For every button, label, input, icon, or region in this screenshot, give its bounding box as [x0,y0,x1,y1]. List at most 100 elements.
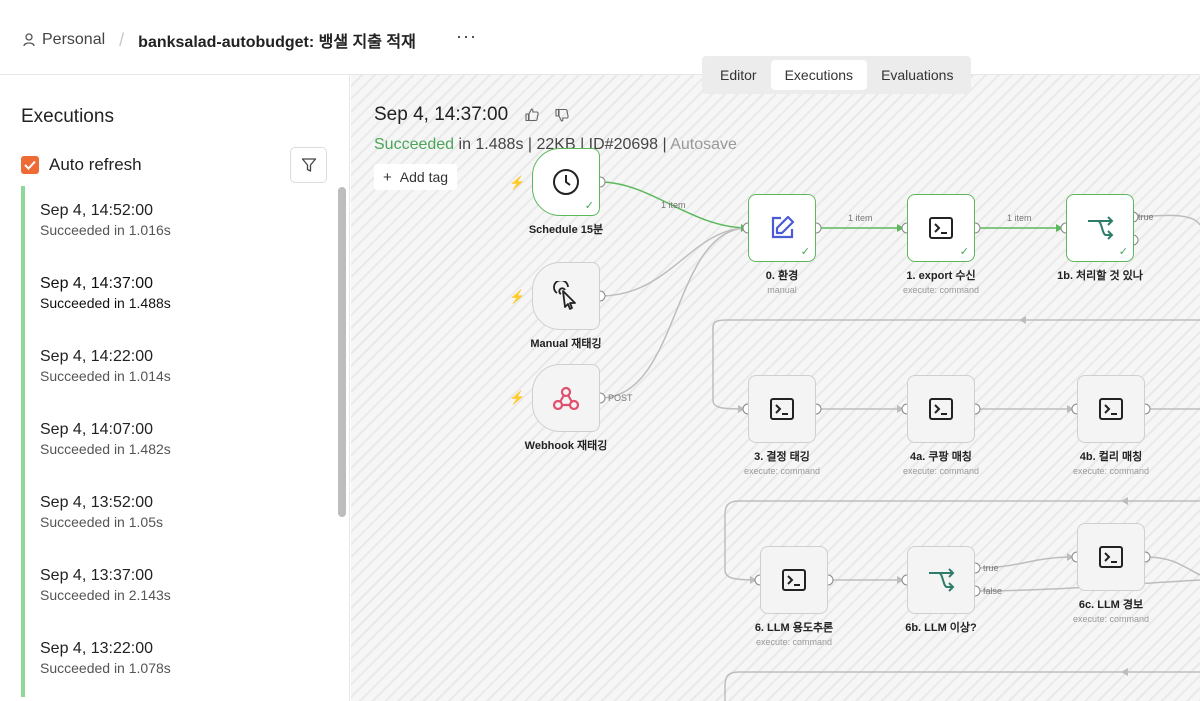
execution-time: Sep 4, 13:37:00 [40,567,153,584]
execution-time: Sep 4, 14:52:00 [40,202,153,219]
execution-item[interactable]: Sep 4, 13:52:00 Succeeded in 1.05s [21,478,334,551]
node-label: Schedule 15분 [528,224,604,236]
cursor-click-icon [553,281,576,310]
node-label: 3. 결정 태깅 [754,451,810,463]
execution-item[interactable]: Sep 4, 14:52:00 Succeeded in 1.016s [21,186,334,259]
node-subtitle: execute: command [1072,614,1150,624]
edge-label-true: true [1138,212,1154,222]
executions-sidebar: Executions Auto refresh Sep 4, 14:52:00 S… [0,75,350,701]
node-subtitle: execute: command [1072,466,1150,476]
edge-label-false: false [983,586,1003,596]
connection-alert-out [1145,556,1200,576]
execution-header: Sep 4, 14:37:00 [374,104,570,126]
terminal-icon [1099,546,1123,568]
tab-editor[interactable]: Editor [706,60,771,90]
success-check-icon: ✓ [959,246,969,258]
node-tag[interactable] [748,375,816,443]
node-label: Manual 재태깅 [530,338,602,350]
sidebar-scrollbar[interactable] [338,187,346,517]
thumbs-up-icon[interactable] [524,107,540,123]
execution-time: Sep 4, 13:22:00 [40,640,153,657]
filter-button[interactable] [290,147,327,183]
workflow-name[interactable]: banksalad-autobudget: 뱅샐 지출 적재 [138,28,416,52]
breadcrumb-separator: / [119,29,125,50]
edge-label-true: true [983,563,999,573]
add-tag-label: Add tag [399,169,449,185]
edit-icon [771,215,795,239]
execution-list: Sep 4, 14:52:00 Succeeded in 1.016s Sep 4… [21,186,334,701]
tab-executions[interactable]: Executions [770,60,868,90]
success-check-icon: ✓ [1118,246,1128,258]
auto-refresh-label: Auto refresh [49,155,142,174]
owner-link[interactable]: Personal [42,31,105,49]
tab-evaluations[interactable]: Evaluations [867,60,967,90]
node-subtitle: execute: command [902,466,980,476]
node-export[interactable]: ✓ [907,194,975,262]
node-label: 4a. 쿠팡 매칭 [910,451,972,463]
node-subtitle: execute: command [755,637,833,647]
view-tabs: Editor Executions Evaluations [702,56,972,94]
execution-title: Sep 4, 14:37:00 [374,104,509,125]
node-label: 1. export 수신 [906,270,976,282]
node-coupang[interactable] [907,375,975,443]
execution-status: Succeeded in 1.078s [40,660,171,676]
edge-label: 1 item [1007,213,1032,223]
node-llm-alert[interactable] [1077,523,1145,591]
execution-time: Sep 4, 14:22:00 [40,348,153,365]
node-manual[interactable] [532,262,600,330]
auto-refresh-toggle[interactable]: Auto refresh [21,155,142,175]
node-subtitle: execute: command [902,285,980,295]
execution-status: Succeeded in 1.488s [40,295,171,311]
top-bar: Personal / banksalad-autobudget: 뱅샐 지출 적… [0,0,1200,75]
terminal-icon [929,398,953,420]
execution-status-word: Succeeded [374,136,455,153]
node-label: 6. LLM 용도추론 [754,622,834,634]
auto-refresh-checkbox[interactable] [21,156,39,174]
autosave-label: Autosave [670,136,737,153]
execution-item[interactable]: Sep 4, 13:37:00 Succeeded in 2.143s [21,551,334,624]
trigger-bolt-icon: ⚡ [509,175,526,190]
node-label: 6b. LLM 이상? [905,622,977,634]
node-label: 4b. 컬리 매칭 [1079,451,1143,463]
node-llm-use[interactable] [760,546,828,614]
branch-icon [1088,216,1114,240]
success-check-icon: ✓ [800,246,810,258]
execution-time: Sep 4, 13:52:00 [40,494,153,511]
workflow-canvas[interactable]: Sep 4, 14:37:00 Succeeded in 1.488s | 22… [351,75,1200,701]
person-icon [22,32,36,48]
execution-item[interactable]: Sep 4, 14:22:00 Succeeded in 1.014s [21,332,334,405]
execution-status: Succeeded in 2.143s [40,587,171,603]
node-subtitle: manual [767,285,797,295]
filter-icon [301,158,316,172]
execution-item-selected[interactable]: Sep 4, 14:37:00 Succeeded in 1.488s [21,259,334,332]
node-label: 0. 환경 [765,270,799,282]
add-tag-button[interactable]: + Add tag [374,164,458,190]
execution-status: Succeeded in 1.05s [40,514,163,530]
node-check[interactable]: ✓ [1066,194,1134,262]
trigger-bolt-icon: ⚡ [509,390,526,405]
clock-icon [553,169,579,195]
execution-status: Succeeded in 1.482s [40,441,171,457]
node-kurly[interactable] [1077,375,1145,443]
execution-status: Succeeded in 1.016s [40,222,171,238]
execution-time: Sep 4, 14:07:00 [40,421,153,438]
webhook-icon [552,386,580,411]
connection-loop-3 [724,671,1200,701]
terminal-icon [770,398,794,420]
terminal-icon [929,217,953,239]
thumbs-down-icon[interactable] [554,107,570,123]
branch-icon [929,568,955,592]
edge-label: 1 item [848,213,873,223]
connection-webhook-env [599,227,749,399]
node-env[interactable]: ✓ [748,194,816,262]
sidebar-title: Executions [21,106,114,127]
execution-item[interactable]: Sep 4, 13:22:00 Succeeded in 1.078s [21,624,334,697]
node-schedule[interactable]: ✓ [532,148,600,216]
node-webhook[interactable] [532,364,600,432]
more-options-button[interactable]: ··· [456,26,477,47]
node-label: 1b. 처리할 것 있나 [1057,270,1143,282]
node-llm-anomaly[interactable] [907,546,975,614]
execution-item[interactable]: Sep 4, 14:07:00 Succeeded in 1.482s [21,405,334,478]
terminal-icon [782,569,806,591]
terminal-icon [1099,398,1123,420]
